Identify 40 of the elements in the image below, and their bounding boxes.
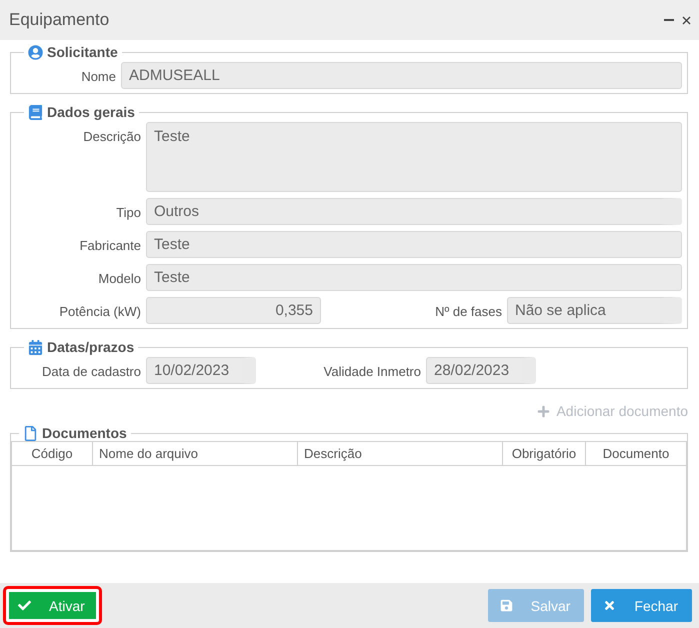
plus-icon: [537, 404, 550, 418]
column-header: Nome do arquivo: [92, 442, 297, 465]
minimize-icon[interactable]: [664, 18, 674, 22]
section-title: Documentos: [42, 425, 127, 441]
close-button[interactable]: Fechar: [591, 589, 692, 622]
section-title: Solicitante: [47, 44, 118, 60]
column-header: Código: [30, 445, 74, 463]
input-field[interactable]: ADMUSEALL: [121, 62, 682, 89]
field-label: Fabricante: [78, 237, 141, 253]
select-field[interactable]: Não se aplica: [507, 297, 682, 324]
select-field[interactable]: Outros: [146, 198, 682, 225]
book-icon: [28, 104, 43, 120]
field-label: Tipo: [115, 204, 141, 220]
field-label: Nº de fases: [435, 303, 502, 319]
field-label: Potência (kW): [58, 303, 141, 319]
file-icon: [23, 426, 38, 440]
input-field[interactable]: 0,355: [146, 297, 321, 324]
field-label: Data de cadastro: [40, 363, 141, 379]
close-icon: [603, 599, 616, 612]
field-label: Descrição: [82, 128, 141, 144]
date-field[interactable]: 28/02/2023: [426, 357, 536, 384]
column-header: Descrição: [297, 442, 502, 465]
save-icon: [500, 599, 513, 612]
input-field[interactable]: Teste: [146, 231, 682, 258]
text-area[interactable]: Teste: [146, 122, 682, 192]
check-icon: [18, 599, 31, 612]
field-label: Nome: [80, 68, 116, 84]
input-field[interactable]: Teste: [146, 264, 682, 291]
window-title: Equipamento: [9, 10, 110, 30]
field-label: Modelo: [97, 270, 141, 286]
section-title: Dados gerais: [47, 104, 135, 120]
field-label: Validade Inmetro: [322, 363, 421, 379]
section-title: Datas/prazos: [47, 339, 134, 355]
close-icon[interactable]: [682, 16, 691, 24]
user-icon: [28, 44, 43, 60]
calendar-icon: [28, 340, 43, 354]
column-header: Obrigatório: [502, 442, 585, 465]
activate-button[interactable]: Ativar: [6, 589, 99, 622]
column-header: Documento: [585, 442, 686, 465]
date-field[interactable]: 10/02/2023: [146, 357, 256, 384]
